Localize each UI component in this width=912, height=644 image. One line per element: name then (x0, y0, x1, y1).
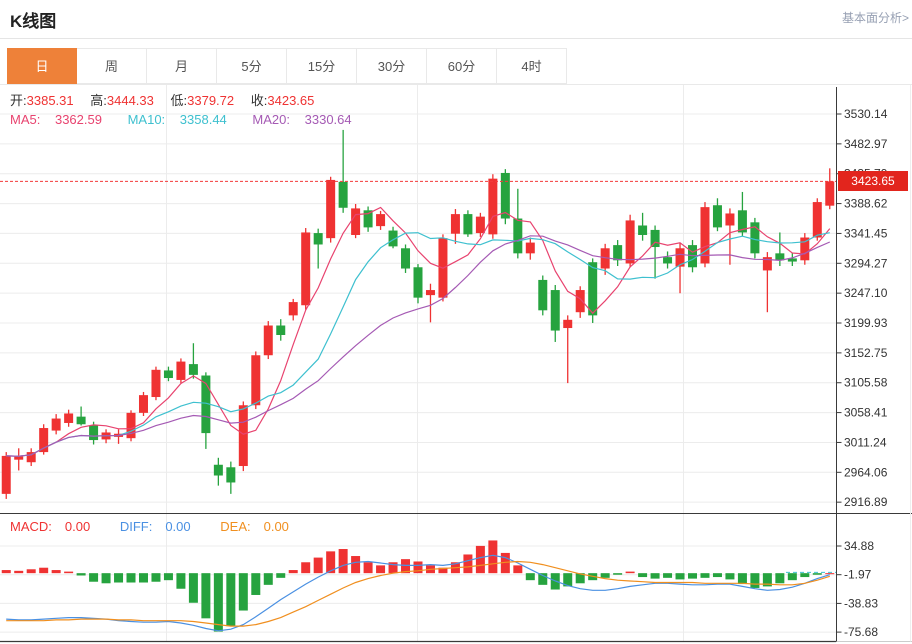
open-value: 3385.31 (27, 93, 74, 108)
open-label: 开: (10, 93, 27, 108)
page-title: K线图 (10, 7, 56, 32)
svg-text:3530.14: 3530.14 (844, 107, 888, 121)
high-label: 高: (90, 93, 107, 108)
dea-value-legend: DEA:0.00 (220, 519, 302, 534)
close-label: 收: (251, 93, 268, 108)
ma-legend: MA5: 3362.59 MA10: 3358.44 MA20: 3330.64 (10, 112, 374, 127)
svg-text:3247.10: 3247.10 (844, 286, 888, 300)
tab-day[interactable]: 日 (7, 48, 77, 84)
macd-value-legend: MACD:0.00 (10, 519, 103, 534)
page-header: K线图 基本面分析> (0, 0, 912, 39)
svg-text:3011.24: 3011.24 (844, 435, 887, 449)
period-tab-bar: 日 周 月 5分 15分 30分 60分 4时 (7, 48, 567, 84)
svg-text:-38.83: -38.83 (844, 596, 878, 610)
tab-4hour[interactable]: 4时 (497, 48, 567, 84)
low-label: 低: (171, 93, 188, 108)
svg-text:-1.97: -1.97 (844, 568, 872, 582)
tab-60min[interactable]: 60分 (427, 48, 497, 84)
diff-value-legend: DIFF:0.00 (120, 519, 204, 534)
svg-text:2916.89: 2916.89 (844, 495, 888, 509)
svg-text:3341.45: 3341.45 (844, 226, 888, 240)
high-value: 3444.33 (107, 93, 154, 108)
svg-text:3105.58: 3105.58 (844, 376, 888, 390)
ma10-legend: MA10: 3358.44 (128, 112, 238, 127)
svg-text:3058.41: 3058.41 (844, 406, 888, 420)
svg-text:2964.06: 2964.06 (844, 465, 888, 479)
low-value: 3379.72 (187, 93, 234, 108)
fundamental-analysis-link[interactable]: 基本面分析> (842, 9, 909, 26)
svg-text:3199.93: 3199.93 (844, 316, 888, 330)
tab-15min[interactable]: 15分 (287, 48, 357, 84)
svg-text:34.88: 34.88 (844, 539, 874, 553)
svg-text:-75.68: -75.68 (844, 625, 878, 639)
svg-text:3152.75: 3152.75 (844, 346, 888, 360)
ma5-legend: MA5: 3362.59 (10, 112, 113, 127)
tab-week[interactable]: 周 (77, 48, 147, 84)
svg-text:3388.62: 3388.62 (844, 197, 888, 211)
tab-month[interactable]: 月 (147, 48, 217, 84)
svg-text:3294.27: 3294.27 (844, 256, 888, 270)
tab-30min[interactable]: 30分 (357, 48, 427, 84)
current-price-tag: 3423.65 (838, 171, 908, 191)
candlestick-macd-chart: 3530.143482.973435.793388.623341.453294.… (0, 85, 912, 644)
svg-text:3482.97: 3482.97 (844, 137, 888, 151)
tab-5min[interactable]: 5分 (217, 48, 287, 84)
ohlc-legend: 开:3385.31 高:3444.33 低:3379.72 收:3423.65 (10, 90, 327, 109)
ma20-legend: MA20: 3330.64 (252, 112, 362, 127)
macd-legend: MACD:0.00 DIFF:0.00 DEA:0.00 (10, 519, 315, 534)
close-value: 3423.65 (267, 93, 314, 108)
